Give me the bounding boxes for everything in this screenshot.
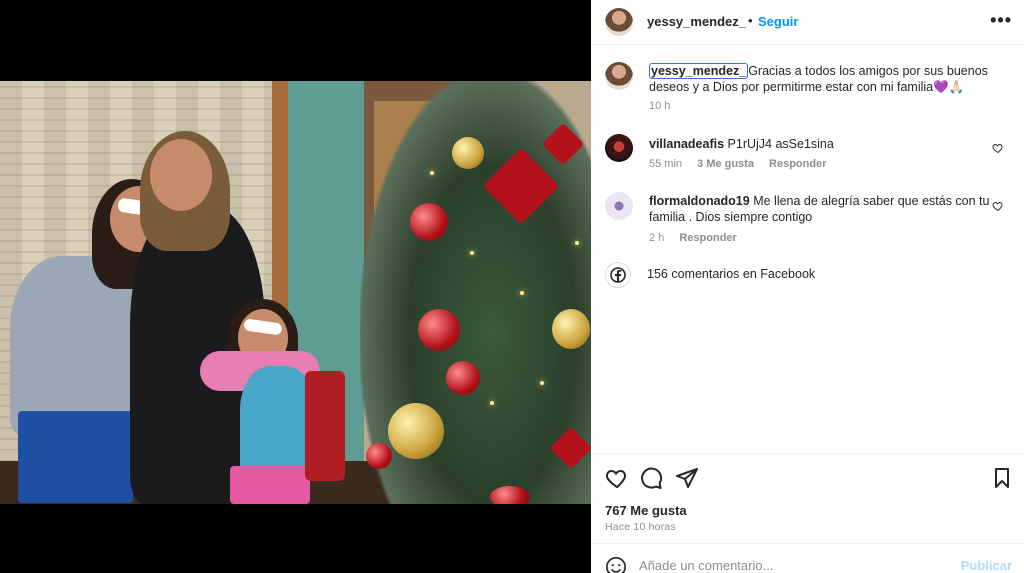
ornament <box>552 309 590 349</box>
comment-likes[interactable]: 3 Me gusta <box>697 158 754 170</box>
woman-face <box>150 139 212 211</box>
post-photo[interactable] <box>0 81 591 504</box>
child-shorts <box>18 411 133 503</box>
ornament <box>410 203 448 241</box>
tree-light <box>430 171 434 175</box>
comment-bubble-icon[interactable] <box>639 466 663 490</box>
comment-text-block: flormaldonado19 Me llena de alegría sabe… <box>649 193 994 225</box>
publish-button[interactable]: Publicar <box>961 558 1012 573</box>
caption-meta: 10 h <box>649 100 682 112</box>
comment-text-block: villanadeafis P1rUjJ4 asSe1sina <box>649 136 969 152</box>
emoji-icon[interactable] <box>605 556 627 573</box>
tree-light <box>540 381 544 385</box>
comment-username[interactable]: villanadeafis <box>649 137 724 151</box>
caption-username[interactable]: yessy_mendez_ <box>649 63 749 79</box>
comment-meta: 55 min 3 Me gusta Responder <box>649 158 838 170</box>
author-avatar[interactable] <box>605 8 633 36</box>
like-count[interactable]: 767 Me gusta <box>605 503 687 518</box>
share-send-icon[interactable] <box>675 466 699 490</box>
save-bookmark-icon[interactable] <box>990 466 1014 490</box>
facebook-comments-link[interactable]: 156 comentarios en Facebook <box>605 262 985 288</box>
caption-avatar[interactable] <box>605 62 633 90</box>
ornament <box>490 486 530 504</box>
post-media <box>0 0 591 573</box>
reply-button[interactable]: Responder <box>679 232 736 244</box>
ornament <box>446 361 480 395</box>
post-header: yessy_mendez_ • Seguir ••• <box>591 0 1024 45</box>
follow-button[interactable]: Seguir <box>758 14 798 29</box>
separator-dot: • <box>748 13 753 28</box>
like-comment-heart-icon[interactable] <box>992 142 1004 154</box>
facebook-comments-text: 156 comentarios en Facebook <box>647 267 816 281</box>
add-comment-bar: Publicar <box>591 543 1024 573</box>
caption-time[interactable]: 10 h <box>649 100 670 112</box>
post-side-panel: yessy_mendez_ • Seguir ••• yessy_mendez_… <box>591 0 1024 573</box>
facebook-icon <box>605 262 631 288</box>
comment-time[interactable]: 55 min <box>649 158 682 170</box>
like-heart-icon[interactable] <box>605 466 629 490</box>
comment-meta: 2 h Responder <box>649 232 749 244</box>
post-actions: 767 Me gusta Hace 10 horas <box>591 453 1024 543</box>
ornament <box>452 137 484 169</box>
more-options-icon[interactable]: ••• <box>990 10 1012 31</box>
ornament <box>418 309 460 351</box>
caption: yessy_mendez_ Gracias a todos los amigos … <box>605 60 1010 120</box>
post-timestamp: Hace 10 horas <box>605 521 676 533</box>
author-username[interactable]: yessy_mendez_ <box>647 14 746 29</box>
comment-text: P1rUjJ4 asSe1sina <box>727 137 834 151</box>
girl-pants <box>230 466 310 504</box>
tree-light <box>490 401 494 405</box>
comment-time[interactable]: 2 h <box>649 232 664 244</box>
comment-username[interactable]: flormaldonado19 <box>649 194 750 208</box>
comment-item: flormaldonado19 Me llena de alegría sabe… <box>605 192 1010 252</box>
tree-light <box>575 241 579 245</box>
reply-button[interactable]: Responder <box>769 158 826 170</box>
tree-light <box>470 251 474 255</box>
commenter-avatar[interactable] <box>605 192 633 220</box>
like-comment-heart-icon[interactable] <box>992 200 1004 212</box>
girl-cape <box>305 371 345 481</box>
ornament <box>366 443 392 469</box>
comment-input[interactable] <box>639 558 949 573</box>
ornament <box>388 403 444 459</box>
tree-light <box>520 291 524 295</box>
comment-item: villanadeafis P1rUjJ4 asSe1sina 55 min 3… <box>605 134 1010 178</box>
commenter-avatar[interactable] <box>605 134 633 162</box>
caption-text-block: yessy_mendez_ Gracias a todos los amigos … <box>649 63 999 95</box>
